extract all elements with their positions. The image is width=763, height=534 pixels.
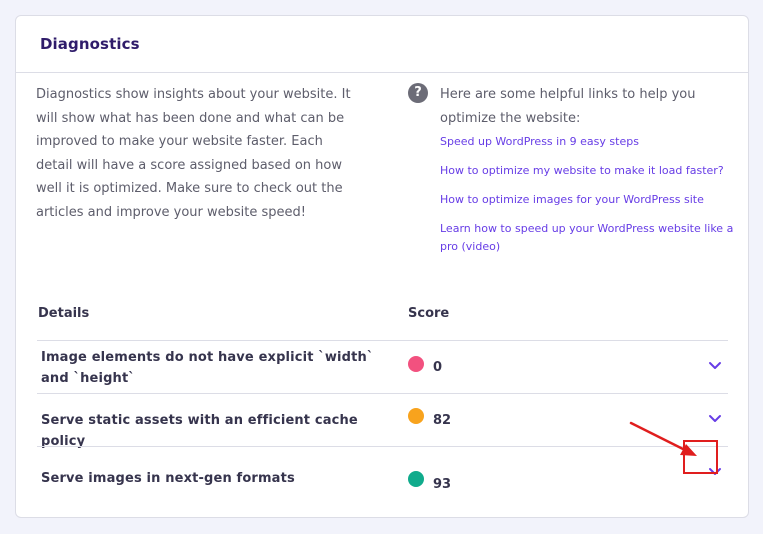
card-title: Diagnostics — [40, 35, 140, 53]
help-link-optimize-images[interactable]: How to optimize images for your WordPres… — [440, 191, 738, 209]
score-column-header: Score — [408, 306, 450, 321]
score-value: 0 — [433, 360, 443, 375]
chevron-down-icon[interactable] — [708, 361, 722, 371]
help-links-section: ? Here are some helpful links to help yo… — [408, 83, 738, 256]
help-link-speed-up-video[interactable]: Learn how to speed up your WordPress web… — [440, 220, 738, 256]
status-dot — [408, 356, 424, 372]
help-link-speed-up-wordpress[interactable]: Speed up WordPress in 9 easy steps — [440, 133, 738, 151]
card-header: Diagnostics — [16, 16, 748, 73]
diagnostic-row-image-dimensions[interactable]: Image elements do not have explicit `wid… — [37, 340, 728, 393]
status-dot — [408, 471, 424, 487]
help-intro-text: Here are some helpful links to help you … — [440, 87, 696, 126]
diagnostic-row-next-gen-formats[interactable]: Serve images in next-gen formats 93 — [37, 446, 728, 506]
diagnostics-description: Diagnostics show insights about your web… — [36, 87, 351, 220]
score-value: 93 — [433, 477, 452, 492]
chevron-down-icon[interactable] — [708, 414, 722, 424]
diagnostics-card: Diagnostics Diagnostics show insights ab… — [15, 15, 749, 518]
row-label: Image elements do not have explicit `wid… — [41, 350, 374, 386]
question-circle-icon: ? — [408, 83, 428, 103]
diagnostic-row-cache-policy[interactable]: Serve static assets with an efficient ca… — [37, 393, 728, 449]
highlight-box — [683, 440, 718, 474]
score-value: 82 — [433, 413, 452, 428]
row-label: Serve images in next-gen formats — [41, 471, 295, 486]
status-dot — [408, 408, 424, 424]
help-link-optimize-website[interactable]: How to optimize my website to make it lo… — [440, 162, 738, 180]
details-column-header: Details — [38, 306, 90, 321]
help-links-list: Speed up WordPress in 9 easy steps How t… — [440, 133, 738, 256]
